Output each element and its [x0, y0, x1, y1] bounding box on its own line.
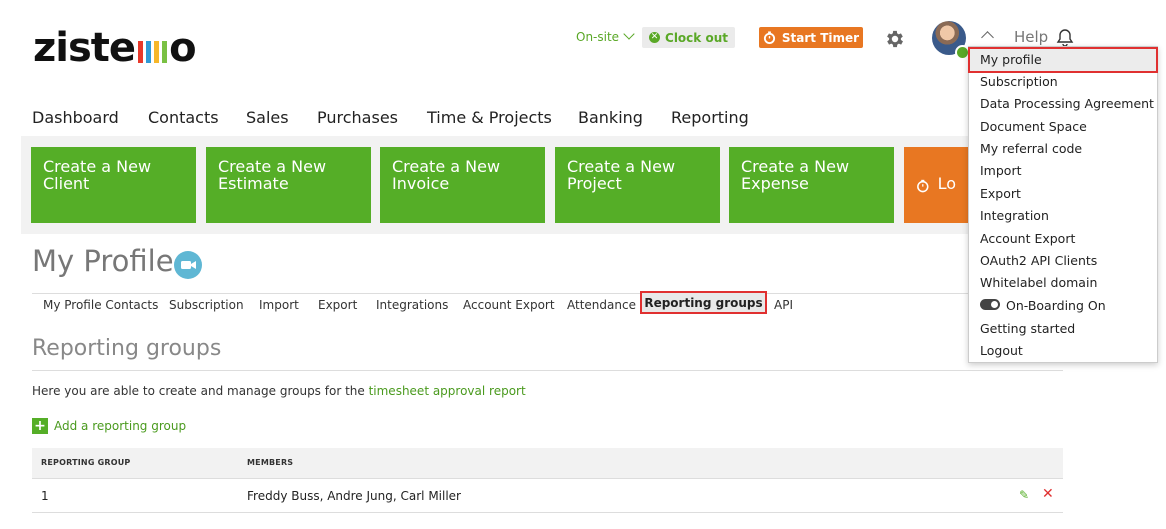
tab-my-profile-contacts[interactable]: My Profile Contacts: [43, 298, 158, 312]
clock-out-button[interactable]: ✕ Clock out: [642, 27, 735, 48]
delete-icon[interactable]: ✕: [1042, 486, 1054, 502]
tile-line2: Expense: [741, 174, 809, 193]
page-title: My Profile: [32, 244, 174, 278]
profile-dropdown-menu: [968, 46, 1158, 363]
add-reporting-group-label: Add a reporting group: [54, 419, 187, 433]
section-description: Here you are able to create and manage g…: [32, 384, 526, 398]
start-timer-button[interactable]: Start Timer: [759, 27, 863, 48]
create-invoice-tile[interactable]: Create a New Invoice: [380, 147, 545, 223]
tab-reporting-groups[interactable]: Reporting groups: [640, 291, 767, 314]
tab-api[interactable]: API: [774, 298, 793, 312]
menu-item-onboarding[interactable]: On-Boarding On: [1006, 298, 1106, 313]
section-divider: [32, 370, 1063, 371]
tab-subscription[interactable]: Subscription: [169, 298, 244, 312]
tile-line1: Lo: [937, 174, 956, 193]
logo-text-right: e: [108, 25, 136, 71]
tab-account-export[interactable]: Account Export: [463, 298, 555, 312]
add-reporting-group-button[interactable]: + Add a reporting group: [32, 418, 186, 434]
stopwatch-icon: [763, 31, 775, 44]
column-header-members[interactable]: MEMBERS: [247, 458, 293, 467]
tile-line2: Client: [43, 174, 90, 193]
menu-item-oauth2-api-clients[interactable]: OAuth2 API Clients: [980, 253, 1097, 268]
video-icon[interactable]: [174, 251, 202, 279]
description-text: Here you are able to create and manage g…: [32, 384, 369, 398]
clock-out-label: Clock out: [665, 30, 728, 45]
table-row-divider: [32, 512, 1063, 513]
tab-export[interactable]: Export: [318, 298, 357, 312]
stopwatch-icon: [917, 179, 929, 193]
subtabs-divider: [32, 293, 1063, 294]
chevron-up-icon[interactable]: [981, 31, 994, 44]
tab-import[interactable]: Import: [259, 298, 299, 312]
menu-item-integration[interactable]: Integration: [980, 208, 1049, 223]
tile-line2: Project: [567, 174, 622, 193]
menu-item-data-processing-agreement[interactable]: Data Processing Agreement: [980, 96, 1154, 111]
timesheet-approval-link[interactable]: timesheet approval report: [369, 384, 526, 398]
menu-item-logout[interactable]: Logout: [980, 343, 1023, 358]
menu-item-subscription[interactable]: Subscription: [980, 74, 1058, 89]
nav-reporting[interactable]: Reporting: [671, 108, 749, 127]
tile-line2: Invoice: [392, 174, 450, 193]
nav-purchases[interactable]: Purchases: [317, 108, 398, 127]
nav-dashboard[interactable]: Dashboard: [32, 108, 119, 127]
table-header: [32, 448, 1063, 479]
start-timer-label: Start Timer: [781, 30, 860, 45]
menu-item-getting-started[interactable]: Getting started: [980, 321, 1075, 336]
tab-integrations[interactable]: Integrations: [376, 298, 448, 312]
tile-line1: Create a New: [567, 157, 676, 176]
nav-time-projects[interactable]: Time & Projects: [427, 108, 552, 127]
column-header-group[interactable]: REPORTING GROUP: [41, 458, 130, 467]
menu-item-whitelabel-domain[interactable]: Whitelabel domain: [980, 275, 1097, 290]
nav-contacts[interactable]: Contacts: [148, 108, 219, 127]
menu-item-referral-code[interactable]: My referral code: [980, 141, 1082, 156]
logo-bars: [138, 41, 168, 63]
create-project-tile[interactable]: Create a New Project: [555, 147, 720, 223]
tile-line2: Estimate: [218, 174, 289, 193]
log-time-tile[interactable]: Lo: [904, 147, 968, 223]
menu-item-import[interactable]: Import: [980, 163, 1022, 178]
logo-text-end: o: [169, 25, 197, 71]
zistemo-logo[interactable]: zist e o: [33, 25, 197, 71]
close-circle-icon: ✕: [649, 32, 661, 43]
cell-group: 1: [41, 489, 49, 503]
tile-line1: Create a New: [218, 157, 327, 176]
nav-sales[interactable]: Sales: [246, 108, 289, 127]
edit-icon[interactable]: ✎: [1019, 488, 1029, 502]
logo-text-left: zist: [33, 25, 110, 71]
tile-line1: Create a New: [741, 157, 850, 176]
plus-icon: +: [32, 418, 48, 434]
cell-members: Freddy Buss, Andre Jung, Carl Miller: [247, 489, 461, 503]
menu-item-my-profile[interactable]: My profile: [980, 52, 1042, 67]
tile-line1: Create a New: [392, 157, 501, 176]
menu-item-export[interactable]: Export: [980, 186, 1021, 201]
onsite-dropdown[interactable]: On-site: [576, 28, 635, 44]
nav-banking[interactable]: Banking: [578, 108, 643, 127]
menu-item-document-space[interactable]: Document Space: [980, 119, 1087, 134]
gear-icon[interactable]: [884, 28, 906, 54]
create-expense-tile[interactable]: Create a New Expense: [729, 147, 894, 223]
tile-line1: Create a New: [43, 157, 152, 176]
tab-attendance[interactable]: Attendance: [567, 298, 636, 312]
chevron-down-icon: [623, 28, 635, 40]
help-link[interactable]: Help: [1014, 28, 1048, 46]
section-title: Reporting groups: [32, 336, 222, 361]
onsite-label: On-site: [576, 30, 620, 44]
create-client-tile[interactable]: Create a New Client: [31, 147, 196, 223]
create-estimate-tile[interactable]: Create a New Estimate: [206, 147, 371, 223]
onboarding-toggle[interactable]: [980, 299, 1000, 310]
menu-item-account-export[interactable]: Account Export: [980, 231, 1075, 246]
